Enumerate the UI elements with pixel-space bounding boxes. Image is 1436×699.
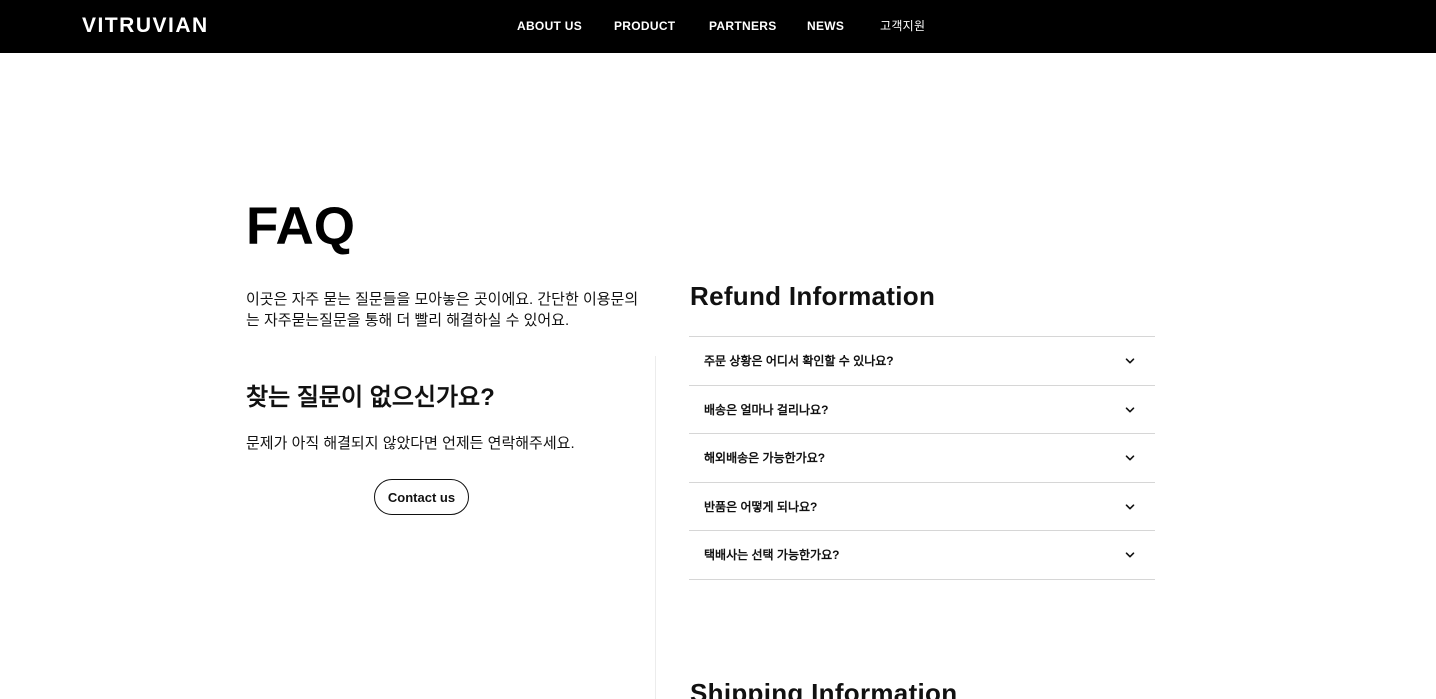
faq-item[interactable]: 배송은 얼마나 걸리나요? [689, 386, 1155, 435]
chevron-down-icon[interactable] [1124, 549, 1136, 561]
faq-question: 택배사는 선택 가능한가요? [704, 548, 840, 563]
faq-question: 배송은 얼마나 걸리나요? [704, 402, 829, 417]
chevron-down-icon[interactable] [1124, 404, 1136, 416]
nav-partners[interactable]: PARTNERS [709, 19, 777, 33]
refund-information-heading: Refund Information [690, 281, 936, 311]
chevron-down-icon[interactable] [1124, 501, 1136, 513]
faq-item[interactable]: 반품은 어떻게 되나요? [689, 483, 1155, 532]
no-find-heading: 찾는 질문이 없으신가요? [246, 384, 495, 411]
top-navigation-bar: VITRUVIAN ABOUT US PRODUCT PARTNERS NEWS… [0, 0, 1436, 53]
page-title: FAQ [246, 197, 355, 256]
chevron-down-icon[interactable] [1124, 452, 1136, 464]
shipping-information-heading: Shipping Information [690, 678, 958, 699]
nav-customer-support[interactable]: 고객지원 [880, 19, 925, 33]
nav-product[interactable]: PRODUCT [614, 19, 675, 33]
faq-item[interactable]: 해외배송은 가능한가요? [689, 434, 1155, 483]
chevron-down-icon[interactable] [1124, 355, 1136, 367]
faq-item[interactable]: 주문 상황은 어디서 확인할 수 있나요? [689, 337, 1155, 386]
nav-news[interactable]: NEWS [807, 19, 844, 33]
no-find-subtext: 문제가 아직 해결되지 않았다면 언제든 연락해주세요. [246, 435, 575, 452]
faq-question: 반품은 어떻게 되나요? [704, 499, 818, 514]
faq-item[interactable]: 택배사는 선택 가능한가요? [689, 531, 1155, 580]
faq-question: 주문 상황은 어디서 확인할 수 있나요? [704, 354, 894, 368]
vitruvian-logo[interactable]: VITRUVIAN [82, 14, 209, 38]
column-divider [655, 356, 656, 699]
contact-us-button[interactable]: Contact us [374, 479, 469, 515]
refund-faq-list: 주문 상황은 어디서 확인할 수 있나요? 배송은 얼마나 걸리나요? 해외배송… [689, 336, 1155, 580]
faq-intro-text: 이곳은 자주 묻는 질문들을 모아놓은 곳이에요. 간단한 이용문의는 자주묻는… [246, 291, 639, 329]
nav-about-us[interactable]: ABOUT US [517, 19, 582, 33]
faq-question: 해외배송은 가능한가요? [704, 451, 826, 466]
